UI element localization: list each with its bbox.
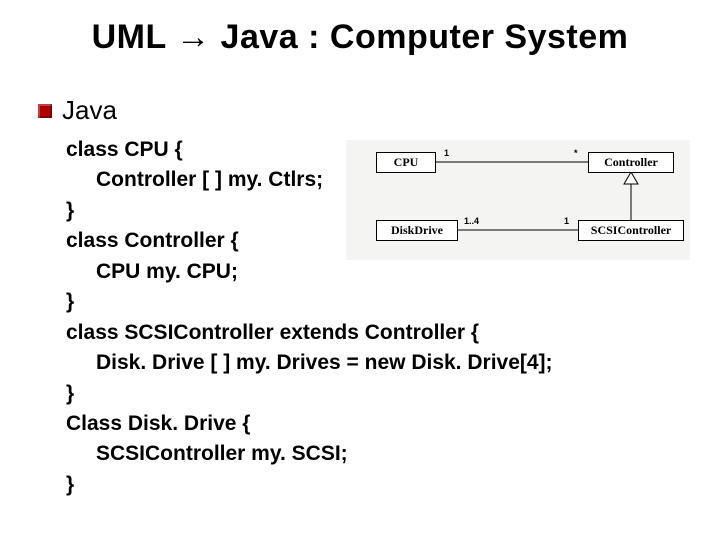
- uml-class-diskdrive: DiskDrive: [376, 220, 458, 241]
- code-line: }: [66, 379, 553, 409]
- uml-class-controller: Controller: [588, 152, 674, 173]
- uml-diagram: CPU Controller DiskDrive SCSIController …: [346, 140, 690, 260]
- code-indent: Disk. Drive [ ] my. Drives = new Disk. D…: [66, 348, 553, 378]
- uml-class-scsicontroller: SCSIController: [578, 220, 684, 241]
- uml-mult: 1..4: [464, 216, 479, 226]
- uml-class-cpu: CPU: [376, 152, 436, 173]
- code-indent: CPU my. CPU;: [66, 257, 238, 287]
- code-line: CPU my. CPU;: [66, 257, 553, 287]
- uml-mult: *: [574, 148, 578, 158]
- code-indent: Controller [ ] my. Ctlrs;: [66, 165, 323, 195]
- code-line: }: [66, 470, 553, 500]
- bullet-icon: [38, 104, 52, 118]
- code-indent: SCSIController my. SCSI;: [66, 439, 348, 469]
- uml-mult: 1: [564, 216, 569, 226]
- code-line: SCSIController my. SCSI;: [66, 439, 553, 469]
- code-line: Disk. Drive [ ] my. Drives = new Disk. D…: [66, 348, 553, 378]
- bullet-row: Java: [38, 95, 117, 126]
- slide-title: UML → Java : Computer System: [0, 18, 720, 57]
- bullet-text: Java: [62, 95, 117, 126]
- code-line: Class Disk. Drive {: [66, 409, 553, 439]
- slide: UML → Java : Computer System Java class …: [0, 0, 720, 540]
- code-line: }: [66, 287, 553, 317]
- code-line: class SCSIController extends Controller …: [66, 318, 553, 348]
- uml-mult: 1: [444, 148, 449, 158]
